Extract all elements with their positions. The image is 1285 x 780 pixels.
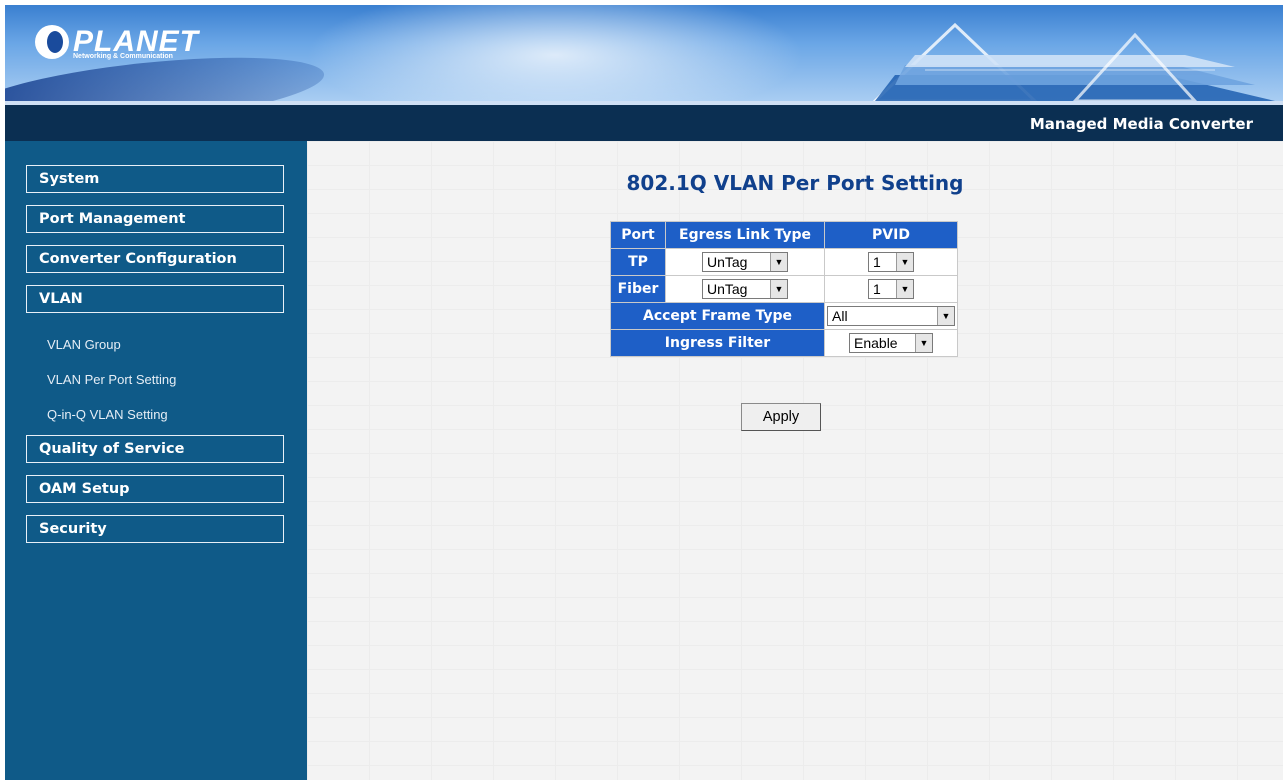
ingress-filter-value: Enable: [854, 335, 898, 351]
column-header-port: Port: [611, 222, 665, 248]
page-frame: PLANET Networking & Communication Manage…: [5, 5, 1283, 780]
apply-button[interactable]: Apply: [741, 403, 821, 431]
main-content: 802.1Q VLAN Per Port Setting Port Egress…: [307, 141, 1283, 780]
accept-frame-type-select[interactable]: All ▼: [827, 306, 955, 326]
egress-select-value: UnTag: [707, 254, 748, 270]
table-row: TP UnTag ▼ 1 ▼: [611, 249, 957, 275]
sidebar: System Port Management Converter Configu…: [5, 141, 307, 780]
device-graphic-icon: [872, 22, 1275, 101]
pvid-select-tp[interactable]: 1 ▼: [868, 252, 914, 272]
ingress-filter-select[interactable]: Enable ▼: [849, 333, 933, 353]
product-bar: Managed Media Converter: [5, 105, 1283, 141]
pvid-select-value: 1: [873, 254, 881, 270]
menu-security[interactable]: Security: [26, 515, 284, 543]
accept-frame-type-cell: All ▼: [825, 303, 957, 329]
planet-logo-icon: [35, 25, 69, 59]
table-row: Ingress Filter Enable ▼: [611, 330, 957, 356]
table-row: Accept Frame Type All ▼: [611, 303, 957, 329]
column-header-egress: Egress Link Type: [666, 222, 824, 248]
header-banner: PLANET Networking & Communication: [5, 5, 1283, 101]
accept-frame-type-value: All: [832, 308, 848, 324]
egress-cell: UnTag ▼: [666, 249, 824, 275]
ingress-filter-label: Ingress Filter: [611, 330, 824, 356]
submenu-q-in-q-vlan-setting[interactable]: Q-in-Q VLAN Setting: [47, 407, 168, 422]
egress-select-fiber[interactable]: UnTag ▼: [702, 279, 788, 299]
menu-port-management[interactable]: Port Management: [26, 205, 284, 233]
product-name: Managed Media Converter: [1029, 115, 1253, 133]
port-label-tp: TP: [611, 249, 665, 275]
chevron-down-icon: ▼: [770, 253, 787, 271]
egress-select-value: UnTag: [707, 281, 748, 297]
accept-frame-type-label: Accept Frame Type: [611, 303, 824, 329]
pvid-cell: 1 ▼: [825, 249, 957, 275]
brand-tagline: Networking & Communication: [73, 53, 173, 60]
pvid-select-value: 1: [873, 281, 881, 297]
vlan-port-table: Port Egress Link Type PVID TP UnTag ▼ 1 …: [610, 221, 958, 357]
egress-cell: UnTag ▼: [666, 276, 824, 302]
menu-converter-configuration[interactable]: Converter Configuration: [26, 245, 284, 273]
submenu-vlan-per-port-setting[interactable]: VLAN Per Port Setting: [47, 372, 176, 387]
pvid-select-fiber[interactable]: 1 ▼: [868, 279, 914, 299]
submenu-vlan-group[interactable]: VLAN Group: [47, 337, 121, 352]
column-header-pvid: PVID: [825, 222, 957, 248]
chevron-down-icon: ▼: [896, 253, 913, 271]
chevron-down-icon: ▼: [770, 280, 787, 298]
table-row: Fiber UnTag ▼ 1 ▼: [611, 276, 957, 302]
ingress-filter-cell: Enable ▼: [825, 330, 957, 356]
page-title: 802.1Q VLAN Per Port Setting: [626, 171, 964, 195]
port-label-fiber: Fiber: [611, 276, 665, 302]
menu-vlan[interactable]: VLAN: [26, 285, 284, 313]
table-header-row: Port Egress Link Type PVID: [611, 222, 957, 248]
chevron-down-icon: ▼: [896, 280, 913, 298]
chevron-down-icon: ▼: [915, 334, 932, 352]
menu-oam-setup[interactable]: OAM Setup: [26, 475, 284, 503]
brand-name: PLANET: [73, 25, 199, 58]
menu-quality-of-service[interactable]: Quality of Service: [26, 435, 284, 463]
banner-glow: [305, 5, 805, 101]
menu-system[interactable]: System: [26, 165, 284, 193]
egress-select-tp[interactable]: UnTag ▼: [702, 252, 788, 272]
pvid-cell: 1 ▼: [825, 276, 957, 302]
chevron-down-icon: ▼: [937, 307, 954, 325]
